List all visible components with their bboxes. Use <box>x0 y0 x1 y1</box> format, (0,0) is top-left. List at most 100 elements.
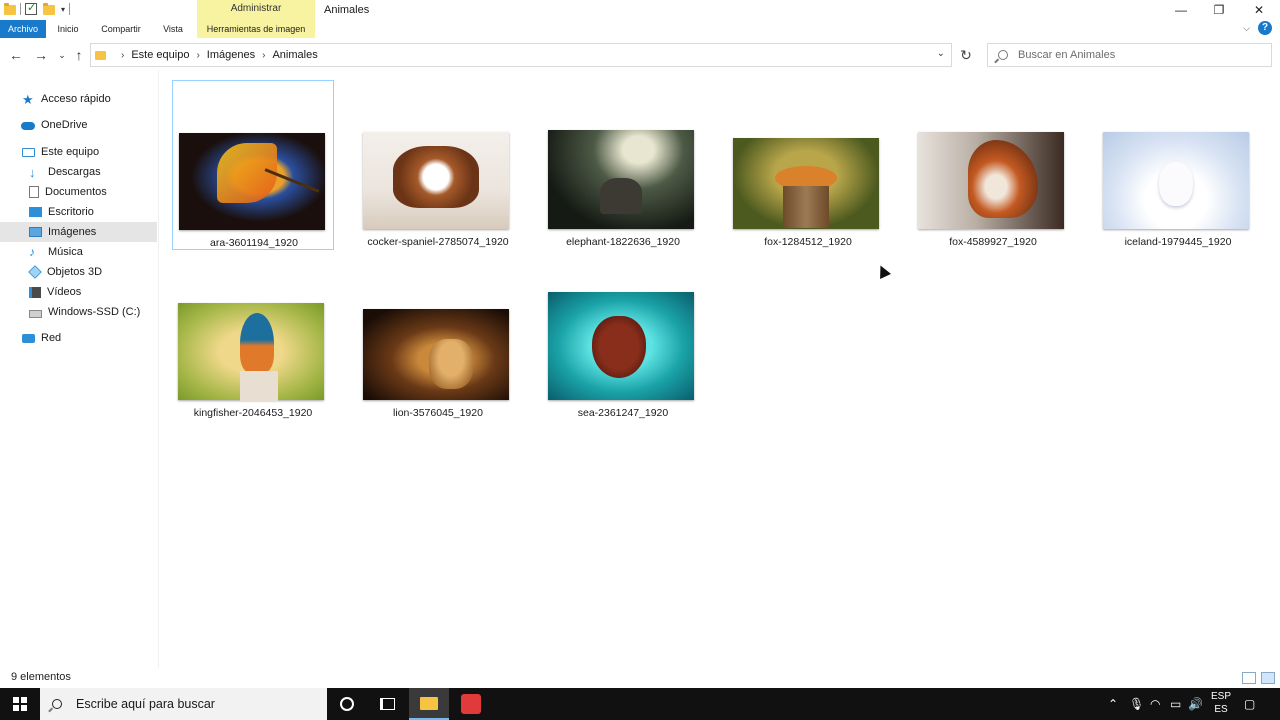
file-item[interactable]: elephant-1822636_1920 <box>542 80 704 250</box>
address-bar[interactable]: › Este equipo › Imágenes › Animales ⌄ <box>90 43 952 67</box>
star-icon: ★ <box>22 91 34 107</box>
sidebar-item-label: Acceso rápido <box>41 93 111 105</box>
drive-icon <box>29 309 42 318</box>
file-item[interactable]: sea-2361247_1920 <box>542 251 704 421</box>
file-view: ara-3601194_1920 cocker-spaniel-2785074_… <box>160 70 1280 668</box>
breadcrumb-separator-icon[interactable]: › <box>121 50 124 61</box>
file-item[interactable]: ara-3601194_1920 <box>172 80 334 250</box>
file-item[interactable]: fox-4589927_1920 <box>912 80 1074 250</box>
sidebar-item-label: Escritorio <box>48 206 94 218</box>
sidebar-item-descargas[interactable]: ↓ Descargas <box>0 162 157 182</box>
wifi-icon[interactable]: ◠ <box>1150 688 1166 720</box>
sidebar-item-windows-ssd[interactable]: Windows-SSD (C:) <box>0 302 157 322</box>
task-view-button[interactable] <box>367 688 407 720</box>
up-arrow-icon[interactable]: ↑ <box>69 45 89 65</box>
sidebar-item-imagenes[interactable]: Imágenes <box>0 222 157 242</box>
sidebar-item-videos[interactable]: Vídeos <box>0 282 157 302</box>
minimize-button[interactable]: — <box>1162 0 1200 20</box>
network-icon <box>22 333 35 343</box>
status-bar: 9 elementos <box>0 668 1280 688</box>
breadcrumb-animales[interactable]: Animales <box>272 49 317 61</box>
breadcrumb-imagenes[interactable]: Imágenes <box>207 49 255 61</box>
tab-herramientas-de-imagen[interactable]: Herramientas de imagen <box>197 20 315 38</box>
kingfisher-thumbnail <box>178 303 324 401</box>
elephant-thumbnail <box>548 130 694 229</box>
sidebar-item-documentos[interactable]: Documentos <box>0 182 157 202</box>
ribbon-right-controls: ⌵ ? <box>1243 21 1272 35</box>
new-folder-icon[interactable] <box>43 3 55 15</box>
file-item[interactable]: lion-3576045_1920 <box>357 251 519 421</box>
refresh-icon[interactable]: ↻ <box>956 45 976 65</box>
pane-divider[interactable] <box>158 70 159 670</box>
file-name: kingfisher-2046453_1920 <box>193 407 313 419</box>
expand-ribbon-chevron-icon[interactable]: ⌵ <box>1243 23 1250 34</box>
file-name: fox-4589927_1920 <box>949 236 1037 248</box>
sidebar-item-label: Objetos 3D <box>47 266 103 278</box>
address-dropdown-chevron-icon[interactable]: ⌄ <box>937 48 945 59</box>
file-item[interactable]: kingfisher-2046453_1920 <box>172 251 334 421</box>
maximize-button[interactable]: ❐ <box>1200 0 1238 20</box>
document-icon <box>29 186 39 198</box>
sidebar-item-onedrive[interactable]: OneDrive <box>0 115 157 135</box>
sidebar-item-label: Música <box>48 246 83 258</box>
sidebar-item-este-equipo[interactable]: Este equipo <box>0 142 157 162</box>
input-language-indicator[interactable]: ESP ES <box>1210 690 1232 716</box>
sidebar-item-label: Red <box>41 332 62 344</box>
close-button[interactable]: ✕ <box>1240 0 1278 20</box>
file-name: cocker-spaniel-2785074_1920 <box>367 236 509 248</box>
music-icon: ♪ <box>29 244 35 259</box>
back-arrow-icon[interactable]: ← <box>6 45 26 65</box>
sidebar-item-label: Vídeos <box>47 286 82 298</box>
tab-inicio[interactable]: Inicio <box>52 20 84 38</box>
navigation-pane: ★ Acceso rápido OneDrive Este equipo ↓ D… <box>0 80 157 668</box>
contextual-group-label: Administrar <box>230 3 282 14</box>
file-explorer-icon <box>420 696 438 710</box>
taskbar-search-placeholder: Escribe aquí para buscar <box>76 697 215 711</box>
parrot-thumbnail <box>179 133 325 230</box>
tab-vista[interactable]: Vista <box>158 20 188 38</box>
navigation-bar: ← → ⌄ ↑ › Este equipo › Imágenes › Anima… <box>0 40 1280 70</box>
search-input[interactable]: Buscar en Animales <box>987 43 1272 67</box>
file-name: elephant-1822636_1920 <box>566 236 680 248</box>
language-code: ESP <box>1210 691 1231 702</box>
cortana-button[interactable] <box>327 688 367 720</box>
sidebar-item-label: Documentos <box>45 186 107 198</box>
action-center-icon[interactable]: ▢ <box>1244 688 1262 720</box>
sidebar-item-red[interactable]: Red <box>0 328 157 348</box>
task-view-icon <box>379 698 395 710</box>
taskbar-search-input[interactable]: Escribe aquí para buscar <box>40 688 327 720</box>
sidebar-item-escritorio[interactable]: Escritorio <box>0 202 157 222</box>
large-icons-view-icon[interactable] <box>1261 672 1275 684</box>
sidebar-item-objetos-3d[interactable]: Objetos 3D <box>0 262 157 282</box>
volume-icon[interactable]: 🔊 <box>1188 688 1204 720</box>
breadcrumb-separator-icon[interactable]: › <box>262 50 265 61</box>
help-icon[interactable]: ? <box>1258 21 1272 35</box>
file-item[interactable]: fox-1284512_1920 <box>727 80 889 250</box>
details-view-icon[interactable] <box>1242 672 1256 684</box>
show-hidden-icons-chevron-icon[interactable]: ⌃ <box>1108 688 1124 720</box>
file-explorer-taskbar-button[interactable] <box>409 688 449 720</box>
battery-icon[interactable]: ▭ <box>1170 688 1186 720</box>
file-name: fox-1284512_1920 <box>764 236 852 248</box>
sidebar-item-label: Imágenes <box>48 226 97 238</box>
breadcrumb-este-equipo[interactable]: Este equipo <box>131 49 189 61</box>
download-icon: ↓ <box>29 164 36 180</box>
sidebar-item-musica[interactable]: ♪ Música <box>0 242 157 262</box>
tab-compartir[interactable]: Compartir <box>94 20 148 38</box>
file-item[interactable]: cocker-spaniel-2785074_1920 <box>357 80 519 250</box>
ribbon-tabs: Archivo Inicio Compartir Vista Herramien… <box>0 20 1280 38</box>
microphone-icon[interactable]: 🎙 <box>1129 688 1144 720</box>
forward-arrow-icon[interactable]: → <box>31 45 51 65</box>
breadcrumb-separator-icon[interactable]: › <box>196 50 199 61</box>
start-button[interactable] <box>0 688 40 720</box>
sidebar-item-acceso-rapido[interactable]: ★ Acceso rápido <box>0 89 157 109</box>
customize-toolbar-chevron-icon[interactable]: ▾ <box>61 5 65 14</box>
search-placeholder: Buscar en Animales <box>1018 49 1116 61</box>
properties-icon[interactable] <box>25 1 37 15</box>
file-name: ara-3601194_1920 <box>210 237 298 249</box>
screen-recorder-taskbar-button[interactable] <box>451 688 491 720</box>
tab-archivo[interactable]: Archivo <box>0 20 46 38</box>
dog-thumbnail <box>363 132 509 229</box>
file-item[interactable]: iceland-1979445_1920 <box>1097 80 1259 250</box>
desktop-icon <box>29 207 42 217</box>
